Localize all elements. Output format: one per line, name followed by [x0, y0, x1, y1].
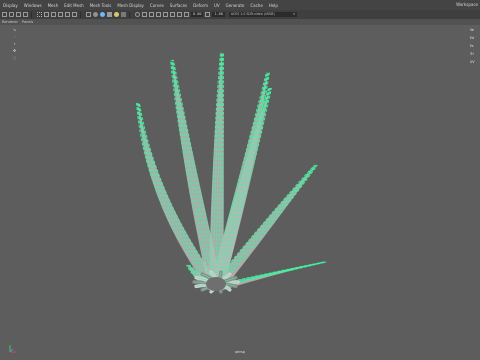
- 3d-viewport[interactable]: [0, 25, 480, 360]
- viewport-toolbar: 0.00 1.00 ACES 1.0 SDR-video (sRGB) ▾: [0, 10, 480, 19]
- xray-joints-icon[interactable]: [142, 12, 147, 17]
- lasso-tool-icon[interactable]: ◦: [13, 33, 15, 40]
- menu-curves[interactable]: Curves: [147, 3, 167, 8]
- menu-mesh-tools[interactable]: Mesh Tools: [87, 3, 115, 8]
- image-plane-icon[interactable]: [23, 12, 28, 17]
- menu-generate[interactable]: Generate: [223, 3, 248, 8]
- frond-surface[interactable]: [209, 165, 316, 290]
- grid-icon[interactable]: [37, 12, 42, 17]
- rosette-core[interactable]: [206, 277, 226, 291]
- field-chart-icon[interactable]: [65, 12, 70, 17]
- select-camera-icon[interactable]: [2, 12, 7, 17]
- gate-mask-icon[interactable]: [58, 12, 63, 17]
- menu-windows[interactable]: Windows: [21, 3, 45, 8]
- frond-wireframe: [136, 102, 214, 287]
- menu-uv[interactable]: UV: [211, 3, 223, 8]
- menu-mesh[interactable]: Mesh: [45, 3, 62, 8]
- bookmark-icon[interactable]: [16, 12, 21, 17]
- main-menubar: Display Windows Mesh Edit Mesh Mesh Tool…: [0, 0, 480, 10]
- hud-uvs: UV: [470, 60, 475, 64]
- anti-aliasing-icon[interactable]: [170, 12, 175, 17]
- rotate-tool-icon[interactable]: ◌: [13, 54, 17, 61]
- toolbar-divider: [129, 11, 130, 18]
- wireframe-icon[interactable]: [86, 12, 91, 17]
- toolbar-divider: [31, 11, 32, 18]
- gamma-field[interactable]: 1.00: [212, 12, 225, 17]
- hud-verts: Ve: [470, 28, 474, 32]
- viewport-canvas[interactable]: [0, 25, 480, 360]
- menu-edit-mesh[interactable]: Edit Mesh: [61, 3, 87, 8]
- plant-mesh[interactable]: [136, 51, 327, 294]
- hud-edges: Ed: [470, 36, 475, 40]
- wireframe-on-shaded-icon[interactable]: [100, 12, 105, 17]
- lock-camera-icon[interactable]: [9, 12, 14, 17]
- ambient-occlusion-icon[interactable]: [156, 12, 161, 17]
- color-space-value: ACES 1.0 SDR-video (sRGB): [230, 12, 275, 16]
- motion-blur-icon[interactable]: [163, 12, 168, 17]
- chevron-down-icon: ▾: [293, 12, 295, 16]
- backface-culling-icon[interactable]: [149, 12, 154, 17]
- menu-mesh-display[interactable]: Mesh Display: [114, 3, 147, 8]
- shadows-icon[interactable]: [121, 12, 126, 17]
- lights-icon[interactable]: [114, 12, 119, 17]
- menu-display[interactable]: Display: [0, 3, 21, 8]
- color-space-dropdown[interactable]: ACES 1.0 SDR-video (sRGB) ▾: [228, 12, 297, 17]
- camera-name-label: persp: [235, 350, 245, 354]
- toolbar-divider: [80, 11, 81, 18]
- gamma-icon[interactable]: [205, 12, 211, 17]
- isolate-select-icon[interactable]: [184, 12, 189, 17]
- select-tool-icon[interactable]: ⇘: [13, 26, 16, 33]
- textured-icon[interactable]: [107, 12, 112, 17]
- viewport-side-tools: ⇘ ◦ ∙ ✥ ◌: [12, 26, 17, 61]
- smooth-shade-icon[interactable]: [93, 12, 98, 17]
- menu-cache[interactable]: Cache: [247, 3, 265, 8]
- exposure-field[interactable]: 0.00: [191, 12, 204, 17]
- safe-action-icon[interactable]: [72, 12, 77, 17]
- menu-help[interactable]: Help: [266, 3, 281, 8]
- paint-tool-icon[interactable]: ∙: [13, 40, 16, 47]
- move-tool-icon[interactable]: ✥: [13, 47, 16, 54]
- menu-deform[interactable]: Deform: [190, 3, 211, 8]
- menu-surfaces[interactable]: Surfaces: [167, 3, 190, 8]
- heads-up-display: Ve Ed Fa Tri UV: [470, 26, 480, 66]
- hud-tris: Tri: [470, 52, 474, 56]
- workspace-selector[interactable]: Workspace: [456, 2, 478, 7]
- resolution-gate-icon[interactable]: [51, 12, 56, 17]
- film-gate-icon[interactable]: [44, 12, 49, 17]
- hud-faces: Fa: [470, 44, 474, 48]
- depth-of-field-icon[interactable]: [177, 12, 182, 17]
- xray-icon[interactable]: [135, 12, 140, 17]
